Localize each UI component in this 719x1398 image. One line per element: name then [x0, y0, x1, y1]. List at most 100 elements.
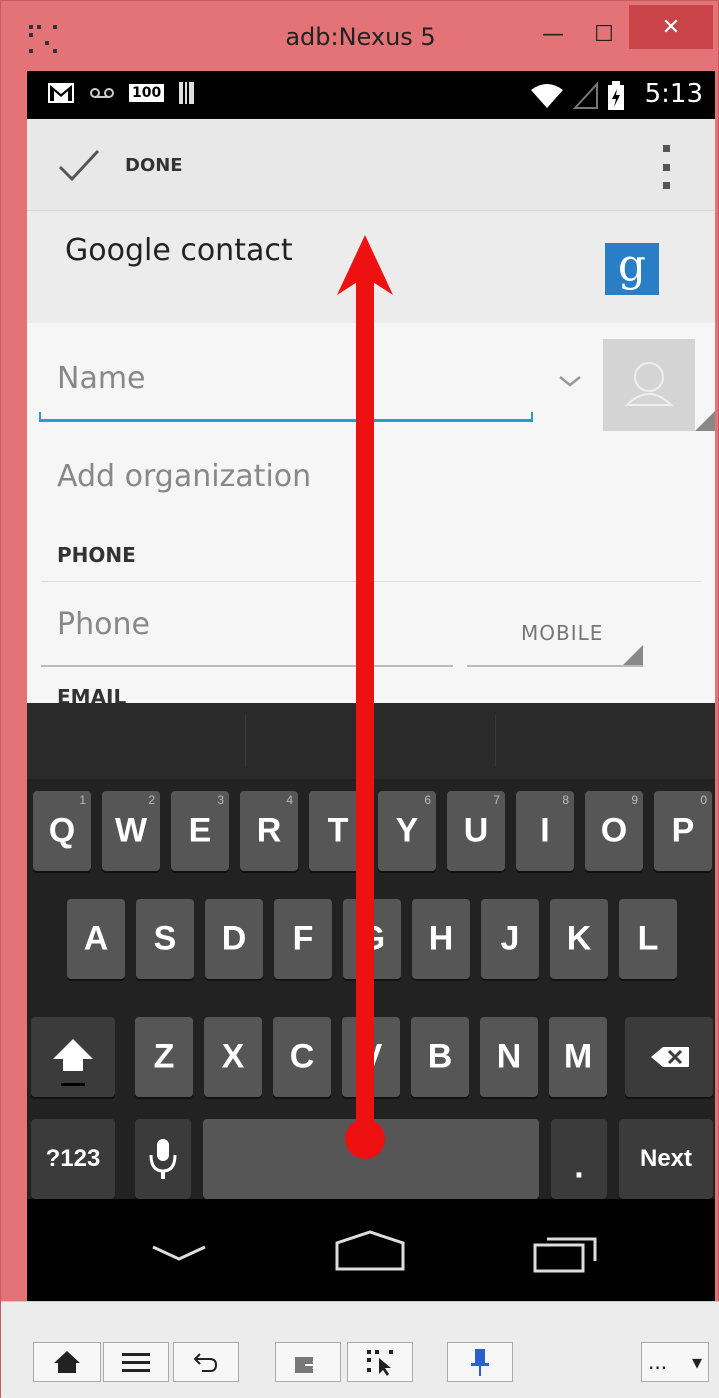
backspace-icon — [651, 1047, 689, 1067]
house-icon — [54, 1351, 80, 1373]
key-y[interactable]: Y6 — [378, 791, 436, 871]
key-z-label: Z — [153, 1037, 175, 1076]
pin-icon — [471, 1349, 489, 1376]
key-n[interactable]: N — [480, 1017, 538, 1097]
maximize-button[interactable]: ☐ — [581, 15, 627, 53]
minimize-button[interactable]: — — [531, 15, 575, 53]
key-q[interactable]: Q1 — [33, 791, 91, 871]
home-icon[interactable] — [333, 1229, 407, 1273]
key-i[interactable]: I8 — [516, 791, 574, 871]
wifi-icon — [531, 84, 563, 108]
key-l[interactable]: L — [619, 899, 677, 979]
space-key[interactable] — [203, 1119, 539, 1199]
rotate-screen-icon — [295, 1357, 320, 1373]
battery-charging-icon — [608, 81, 624, 110]
spinner-triangle-icon — [623, 645, 643, 665]
key-g-label: G — [358, 919, 386, 958]
add-organization-field[interactable]: Add organization — [57, 459, 311, 494]
key-v[interactable]: V — [342, 1017, 400, 1097]
key-o-alt-label: 9 — [631, 793, 638, 807]
key-a[interactable]: A — [67, 899, 125, 979]
key-g[interactable]: G — [343, 899, 401, 979]
window-titlebar[interactable]: adb:Nexus 5 — ☐ ✕ — [1, 1, 719, 71]
shift-icon — [53, 1039, 93, 1086]
name-field[interactable]: Name — [57, 361, 146, 396]
key-j[interactable]: J — [481, 899, 539, 979]
key-l-label: L — [637, 919, 659, 958]
rotate-toolbar-button[interactable] — [275, 1342, 341, 1382]
voice-input-key[interactable] — [135, 1119, 191, 1199]
key-e[interactable]: E3 — [171, 791, 229, 871]
next-key[interactable]: Next — [619, 1119, 713, 1199]
recents-icon[interactable] — [531, 1231, 601, 1275]
fullscreen-toolbar-button[interactable] — [347, 1342, 413, 1382]
key-s[interactable]: S — [136, 899, 194, 979]
key-d-label: D — [221, 919, 247, 958]
key-p-alt-label: 0 — [700, 793, 707, 807]
back-icon[interactable] — [149, 1239, 209, 1269]
key-x[interactable]: X — [204, 1017, 262, 1097]
symbols-key[interactable]: ?123 — [31, 1119, 115, 1199]
pin-toolbar-button[interactable] — [447, 1342, 513, 1382]
key-y-label: Y — [395, 811, 419, 850]
key-e-alt-label: 3 — [217, 793, 224, 807]
key-r-alt-label: 4 — [286, 793, 293, 807]
key-w[interactable]: W2 — [102, 791, 160, 871]
key-o-label: O — [600, 811, 628, 850]
key-b[interactable]: B — [411, 1017, 469, 1097]
check-icon[interactable] — [57, 147, 101, 183]
period-key[interactable]: . — [551, 1119, 607, 1199]
section-divider — [41, 581, 701, 582]
key-o[interactable]: O9 — [585, 791, 643, 871]
key-c[interactable]: C — [273, 1017, 331, 1097]
more-options-dropdown[interactable]: ... ▾ — [641, 1342, 709, 1382]
key-d[interactable]: D — [205, 899, 263, 979]
key-i-alt-label: 8 — [562, 793, 569, 807]
key-p[interactable]: P0 — [654, 791, 712, 871]
key-t[interactable]: T5 — [309, 791, 367, 871]
phone-field[interactable]: Phone — [57, 607, 150, 642]
key-h[interactable]: H — [412, 899, 470, 979]
voicemail-icon — [90, 88, 114, 98]
key-s-label: S — [153, 919, 177, 958]
suggestion-divider — [495, 715, 496, 767]
key-r[interactable]: R4 — [240, 791, 298, 871]
dropdown-arrow-icon: ▾ — [691, 1350, 702, 1374]
google-logo-icon: g — [605, 243, 659, 295]
key-u[interactable]: U7 — [447, 791, 505, 871]
delete-key[interactable] — [625, 1017, 713, 1097]
account-label: Google contact — [65, 233, 293, 268]
status-right-icons — [529, 81, 625, 111]
key-m-label: M — [563, 1037, 593, 1076]
microphone-icon — [149, 1139, 177, 1179]
contact-photo-button[interactable] — [603, 339, 715, 431]
menu-toolbar-button[interactable] — [103, 1342, 169, 1382]
phone-field-underline — [41, 665, 453, 667]
key-z[interactable]: Z — [135, 1017, 193, 1097]
phone-type-spinner[interactable]: MOBILE — [521, 621, 603, 645]
shift-key[interactable] — [31, 1017, 115, 1097]
key-k[interactable]: K — [550, 899, 608, 979]
menu-icon — [122, 1353, 150, 1372]
key-p-label: P — [671, 811, 695, 850]
done-button[interactable]: DONE — [125, 155, 183, 176]
photo-corner-indicator — [695, 411, 715, 431]
next-key-label: Next — [639, 1145, 693, 1172]
key-f[interactable]: F — [274, 899, 332, 979]
key-i-label: I — [540, 811, 550, 850]
action-bar: DONE — [27, 119, 715, 211]
name-field-underline — [39, 412, 533, 422]
overflow-menu-icon[interactable] — [663, 145, 673, 189]
key-c-label: C — [289, 1037, 315, 1076]
close-button[interactable]: ✕ — [629, 5, 713, 49]
home-toolbar-button[interactable] — [33, 1342, 101, 1382]
key-w-label: W — [114, 811, 148, 850]
key-j-label: J — [500, 919, 520, 958]
back-toolbar-button[interactable] — [173, 1342, 239, 1382]
chevron-down-icon[interactable] — [557, 371, 583, 391]
key-m[interactable]: M — [549, 1017, 607, 1097]
key-x-label: X — [221, 1037, 245, 1076]
key-a-label: A — [83, 919, 109, 958]
barcode-icon — [179, 82, 195, 104]
status-time: 5:13 — [644, 79, 703, 109]
